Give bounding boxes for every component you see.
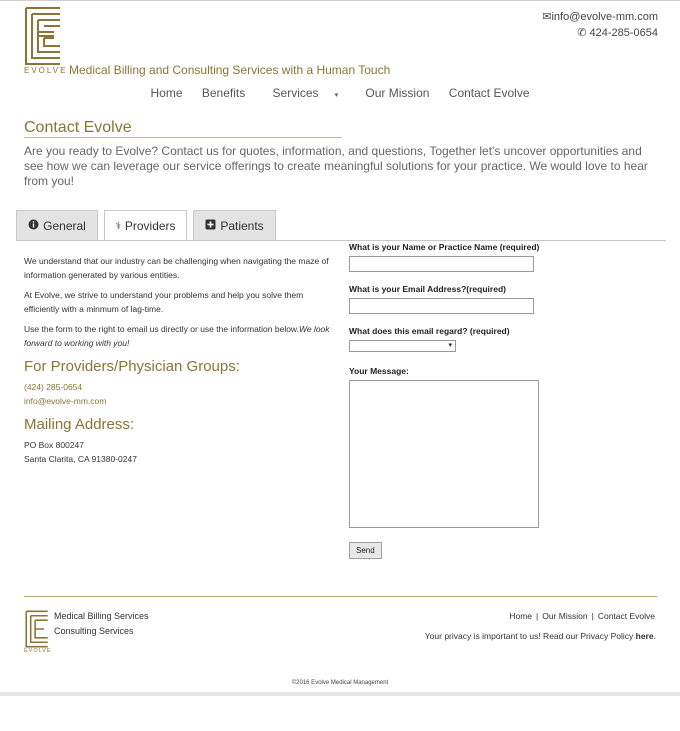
privacy-policy-link[interactable]: here <box>636 631 654 641</box>
providers-email-link[interactable]: info@evolve-mm.com <box>24 394 334 408</box>
tab-general-label: General <box>43 218 86 233</box>
tab-divider <box>16 240 666 241</box>
nav-contact-evolve[interactable]: Contact Evolve <box>449 86 530 100</box>
title-underline <box>24 137 342 138</box>
footer-privacy: Your privacy is important to us! Read ou… <box>425 631 656 641</box>
tab-patients-label: Patients <box>220 218 264 233</box>
providers-paragraph-2: At Evolve, we strive to understand your … <box>24 290 304 314</box>
nav-benefits[interactable]: Benefits <box>202 86 245 100</box>
mailing-heading: Mailing Address: <box>24 416 135 433</box>
regard-select[interactable]: ▾ <box>349 340 456 352</box>
intro-text: Are you ready to Evolve? Contact us for … <box>24 144 648 188</box>
footer-link-home[interactable]: Home <box>509 611 532 621</box>
copyright: ©2016 Evolve Medical Management <box>291 680 389 686</box>
page-title: Contact Evolve <box>24 119 132 136</box>
phone-icon: ✆ <box>577 27 590 39</box>
name-field[interactable] <box>349 256 534 272</box>
tab-general[interactable]: General <box>16 210 98 240</box>
footer-links: Home | Our Mission | Contact Evolve <box>509 611 655 621</box>
email-field[interactable] <box>349 298 534 314</box>
nav-our-mission[interactable]: Our Mission <box>365 86 429 100</box>
caret-down-icon: ▾ <box>334 92 339 99</box>
select-arrow-icon: ▾ <box>448 342 452 349</box>
tab-providers-label: Providers <box>124 219 176 233</box>
email-field-label: What is your Email Address?(required) <box>349 284 506 294</box>
footer-divider <box>24 596 657 597</box>
nav-services[interactable]: Services ▾ <box>265 86 347 100</box>
footer-link-separator: | <box>536 611 539 621</box>
nav-services-label: Services <box>272 86 319 100</box>
footer-logo-wordmark: EVOLVE <box>24 648 52 654</box>
tab-providers[interactable]: ⚕ Providers <box>104 210 187 241</box>
main-nav: Home Benefits Services ▾ Our Mission Cont… <box>0 86 680 100</box>
providers-paragraph-1: We understand that our industry can be c… <box>24 256 329 280</box>
header-phone[interactable]: 424-285-0654 <box>589 27 658 39</box>
providers-info: We understand that our industry can be c… <box>24 254 334 466</box>
name-field-label: What is your Name or Practice Name (requ… <box>349 242 540 252</box>
header-contact: ✉info@evolve-mm.com ✆ 424-285-0654 <box>542 9 658 41</box>
providers-paragraph-3: Use the form to the right to email us di… <box>24 322 334 350</box>
info-circle-icon <box>28 219 39 233</box>
footer-link-separator: | <box>591 611 594 621</box>
stethoscope-icon: ⚕ <box>115 220 121 232</box>
logo-wordmark: EVOLVE <box>24 66 68 75</box>
top-border <box>0 0 680 1</box>
footer-service-consulting: Consulting Services <box>54 626 134 636</box>
footer-service-billing: Medical Billing Services <box>54 611 149 621</box>
footer-link-our-mission[interactable]: Our Mission <box>542 611 587 621</box>
site-tagline: Medical Billing and Consulting Services … <box>69 63 391 77</box>
bottom-border <box>0 692 680 696</box>
footer-link-contact-evolve[interactable]: Contact Evolve <box>598 611 655 621</box>
message-field-label: Your Message: <box>349 366 409 376</box>
providers-phone-link[interactable]: (424) 285-0654 <box>24 380 334 394</box>
tab-patients[interactable]: Patients <box>193 210 276 240</box>
providers-heading: For Providers/Physician Groups: <box>24 358 240 375</box>
message-textarea[interactable] <box>349 380 539 528</box>
footer-logo[interactable] <box>25 610 49 648</box>
contact-form: What is your Name or Practice Name (requ… <box>349 242 649 559</box>
evolve-logo[interactable] <box>24 6 62 66</box>
header-email-link[interactable]: info@evolve-mm.com <box>551 11 658 23</box>
providers-paragraph-3-text: Use the form to the right to email us di… <box>24 324 299 334</box>
address-line-1: PO Box 800247 <box>24 440 85 450</box>
send-button[interactable]: Send <box>349 542 382 559</box>
footer-services: Medical Billing Services Consulting Serv… <box>54 609 149 639</box>
regard-select-label: What does this email regard? (required) <box>349 326 510 336</box>
privacy-text: Your privacy is important to us! Read ou… <box>424 631 636 641</box>
address-line-2: Santa Clarita, CA 91380-0247 <box>24 454 137 464</box>
plus-square-icon <box>205 219 216 233</box>
privacy-period: . <box>653 631 656 641</box>
nav-home[interactable]: Home <box>150 86 182 100</box>
